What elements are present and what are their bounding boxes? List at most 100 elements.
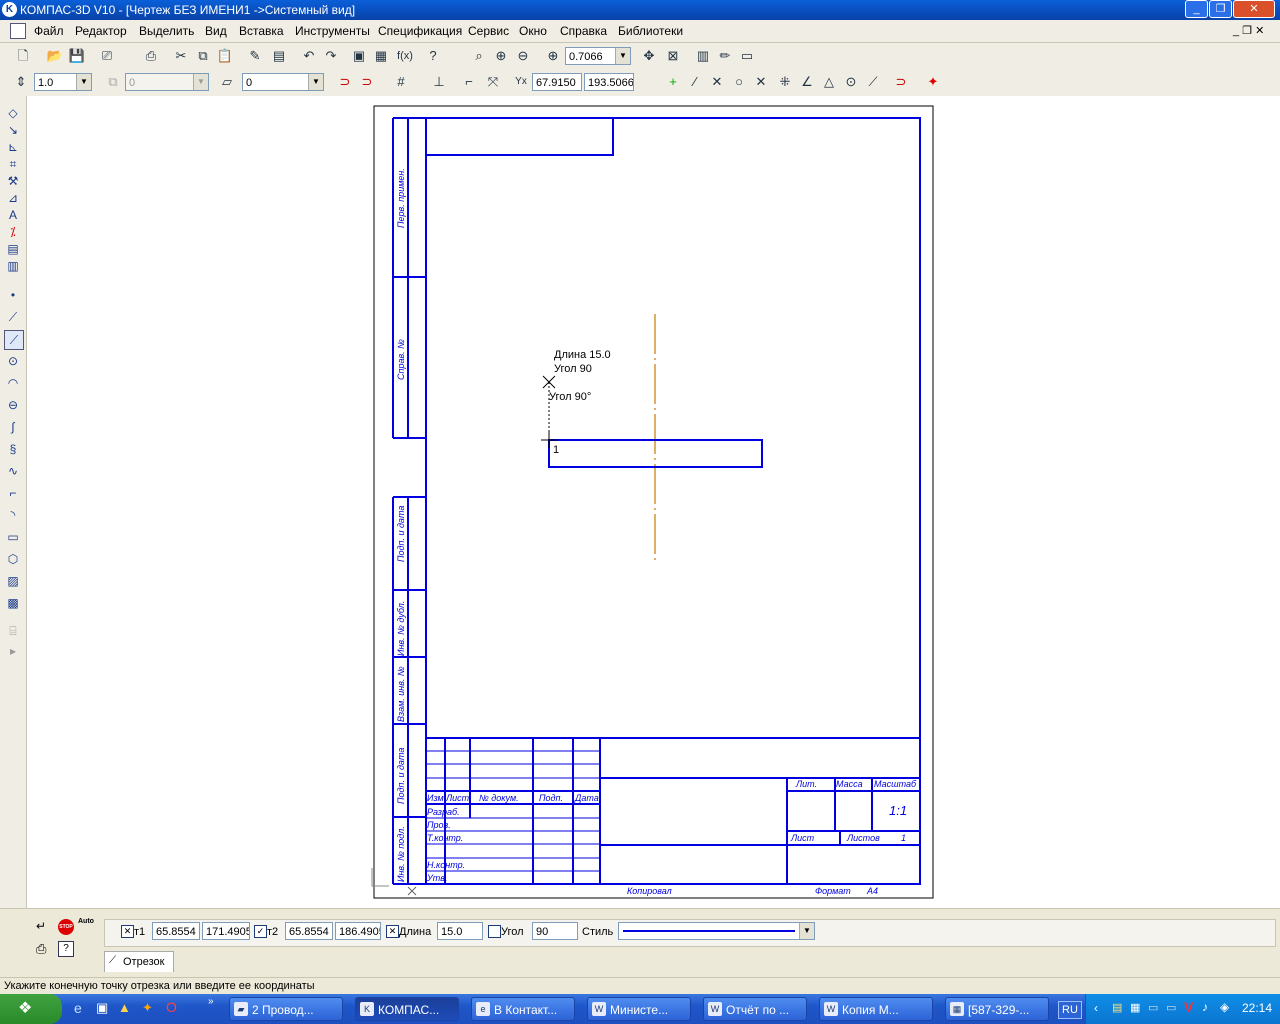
zoom-scale-icon[interactable]: ⊕ — [544, 47, 562, 65]
designations-panel-icon[interactable]: ⊾ — [4, 138, 22, 156]
task-spreadsheet[interactable]: ▦ [587-329-... — [945, 997, 1049, 1021]
view-icon[interactable]: ▭ — [738, 47, 756, 65]
zoom-combo[interactable]: 0.7066 ▼ — [565, 47, 631, 65]
snap-center-icon[interactable]: ⊙ — [842, 73, 860, 91]
tray-expand-icon[interactable]: ‹ — [1094, 1001, 1098, 1015]
snap-nearest-icon[interactable]: + — [664, 73, 682, 91]
arc-tool-icon[interactable]: ◠ — [4, 374, 22, 392]
dimensions-panel-icon[interactable]: ↘ — [4, 121, 22, 139]
bezier-tool-icon[interactable]: ∿ — [4, 462, 22, 480]
stop-button[interactable]: STOP — [58, 919, 74, 935]
menu-view[interactable]: Вид — [205, 24, 227, 38]
zoom-out-icon[interactable]: ⊖ — [514, 47, 532, 65]
manager-icon[interactable]: ▣ — [350, 47, 368, 65]
snap-mode-icon[interactable]: ⊃ — [892, 73, 910, 91]
length-field[interactable]: 15.0 — [437, 922, 483, 940]
tray-shield-icon[interactable]: ◈ — [1220, 1000, 1229, 1014]
menu-insert[interactable]: Вставка — [239, 24, 284, 38]
print-icon[interactable]: ⎙ — [142, 47, 160, 65]
close-button[interactable]: ✕ — [1233, 0, 1275, 18]
snap-options-icon[interactable]: ✦ — [924, 73, 942, 91]
clock[interactable]: 22:14 — [1242, 1001, 1272, 1015]
chevron-down-icon[interactable]: ▼ — [799, 923, 814, 939]
length-checkbox[interactable]: ✕ — [386, 925, 399, 938]
snap-grid-icon[interactable]: ⁜ — [776, 73, 794, 91]
task-ministry[interactable]: W Министе... — [587, 997, 691, 1021]
tray-antivirus-icon[interactable]: V — [1184, 999, 1193, 1015]
tray-monitor-icon[interactable]: ▭ — [1148, 1001, 1158, 1014]
menu-tools[interactable]: Инструменты — [295, 24, 370, 38]
zoom-in-icon[interactable]: ⊕ — [492, 47, 510, 65]
cut-icon[interactable]: ✂ — [172, 47, 190, 65]
rebuild-icon[interactable]: ▥ — [694, 47, 712, 65]
t1-y-field[interactable]: 171.4905 — [202, 922, 250, 940]
associative-panel-icon[interactable]: ⁒ — [4, 223, 22, 241]
menu-service[interactable]: Сервис — [468, 24, 509, 38]
snap-magnet-icon[interactable]: ⊃ — [336, 73, 354, 91]
auxiliary-line-icon[interactable]: ⟋ — [4, 308, 22, 326]
task-explorer[interactable]: ▰ 2 Провод... — [229, 997, 343, 1021]
document-icon[interactable] — [10, 23, 26, 39]
language-indicator[interactable]: RU — [1058, 1001, 1082, 1019]
opera-quicklaunch-icon[interactable]: O — [166, 999, 177, 1015]
drawing-canvas[interactable]: Перв. примен. Справ. № Подп. и дата Инв.… — [27, 96, 1280, 908]
polyline-tool-icon[interactable]: ∫ — [4, 418, 22, 436]
layer-state-icon[interactable]: ⧉ — [104, 73, 122, 91]
chamfer-tool-icon[interactable]: ⌐ — [4, 484, 22, 502]
tray-network-icon[interactable]: ▦ — [1130, 1001, 1140, 1014]
local-cs-icon[interactable]: ⊥ — [430, 73, 448, 91]
menu-libraries[interactable]: Библиотеки — [618, 24, 683, 38]
menu-file[interactable]: Файл — [34, 24, 64, 38]
properties-icon[interactable]: ▤ — [270, 47, 288, 65]
edit-panel-icon[interactable]: ⌗ — [4, 155, 22, 173]
grid-icon[interactable]: # — [392, 73, 410, 91]
style-combo[interactable]: ▼ — [618, 922, 815, 940]
parametrization-panel-icon[interactable]: ⚒ — [4, 172, 22, 190]
circle-tool-icon[interactable]: ⊙ — [4, 352, 22, 370]
copy-icon[interactable]: ⧉ — [194, 47, 212, 65]
menu-window[interactable]: Окно — [519, 24, 547, 38]
menu-editor[interactable]: Редактор — [75, 24, 127, 38]
cursor-y-field[interactable]: 193.5066 — [584, 73, 634, 91]
tray-devices-icon[interactable]: ▭ — [1166, 1001, 1176, 1014]
kompas-app-icon[interactable]: K — [2, 2, 17, 17]
create-object-icon[interactable]: ↵ — [36, 919, 46, 933]
menu-specification[interactable]: Спецификация — [378, 24, 462, 38]
paste-icon[interactable]: 📋 — [216, 47, 234, 65]
more-quicklaunch-icon[interactable]: » — [208, 996, 214, 1007]
snap-normal-icon[interactable]: ✕ — [752, 73, 770, 91]
snap-middle-icon[interactable]: ⁄ — [686, 73, 704, 91]
acrobat-quicklaunch-icon[interactable]: ▲ — [118, 1000, 131, 1015]
menu-select[interactable]: Выделить — [139, 24, 194, 38]
current-layer-combo[interactable]: 0 ▼ — [242, 73, 324, 91]
task-copy[interactable]: W Копия М... — [819, 997, 933, 1021]
open-icon[interactable]: 📂 — [46, 47, 64, 65]
ellipse-tool-icon[interactable]: ⊖ — [4, 396, 22, 414]
nurbs-tool-icon[interactable]: § — [4, 440, 22, 458]
point-tool-icon[interactable]: • — [4, 286, 22, 304]
angle-checkbox[interactable] — [488, 925, 501, 938]
snap-intersection-icon[interactable]: ✕ — [708, 73, 726, 91]
snap-angle-icon[interactable]: ∠ — [798, 73, 816, 91]
help-icon[interactable]: ? — [58, 941, 74, 957]
step-icon[interactable]: ⇕ — [12, 73, 30, 91]
minimize-button[interactable]: _ — [1185, 0, 1208, 18]
snap-local-icon[interactable]: ⊃ — [358, 73, 376, 91]
new-document-icon[interactable]: 🗋 — [14, 47, 32, 65]
redraw-icon[interactable]: ✏ — [716, 47, 734, 65]
t1-x-field[interactable]: 65.8554 — [152, 922, 200, 940]
segment-tool-icon[interactable]: ⟋ — [4, 330, 24, 350]
snap-tangent-icon[interactable]: ○ — [730, 73, 748, 91]
doc-window-controls[interactable]: _ ❐ ✕ — [1233, 24, 1264, 37]
reports-panel-icon[interactable]: ▥ — [4, 257, 22, 275]
drawing-workspace[interactable]: Перв. примен. Справ. № Подп. и дата Инв.… — [27, 96, 1280, 908]
copy-properties-icon[interactable]: ✎ — [246, 47, 264, 65]
selection-panel-icon[interactable]: A — [4, 206, 22, 224]
t2-snap-checkbox[interactable]: ✓ — [254, 925, 267, 938]
desktop-quicklaunch-icon[interactable]: ▣ — [96, 1000, 108, 1016]
snap-point-icon[interactable]: ⟋ — [864, 73, 882, 91]
collection-tool-icon[interactable]: ⌸ — [4, 622, 22, 640]
t1-snap-checkbox[interactable]: ✕ — [121, 925, 134, 938]
start-button[interactable]: ❖ — [0, 994, 62, 1024]
function-icon[interactable]: f(x) — [395, 47, 415, 65]
